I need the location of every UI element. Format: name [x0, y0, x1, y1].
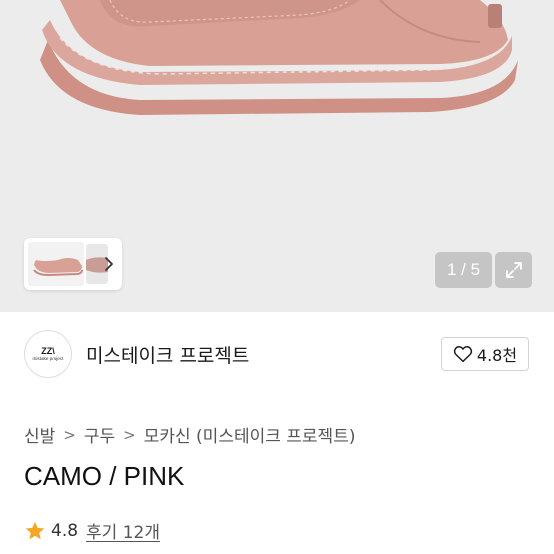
product-title: CAMO / PINK	[24, 461, 185, 491]
like-count: 4.8천	[476, 346, 518, 365]
product-rating: 4.8 후기 12개	[24, 518, 160, 543]
product-image-gallery[interactable]: 1 / 5	[0, 0, 554, 312]
reviews-link[interactable]: 후기 12개	[86, 518, 160, 543]
store-logo[interactable]: ZZ\ mistake project	[24, 330, 72, 378]
breadcrumb-item-moccasin[interactable]: 모카신 (미스테이크 프로젝트)	[144, 422, 356, 447]
breadcrumb: 신발 > 구두 > 모카신 (미스테이크 프로젝트)	[24, 422, 356, 448]
thumbnail-active[interactable]	[28, 242, 84, 286]
breadcrumb-item-dress-shoes[interactable]: 구두	[84, 422, 115, 447]
chevron-right-icon[interactable]	[102, 252, 116, 276]
image-counter: 1 / 5	[435, 252, 492, 288]
rating-score: 4.8	[51, 520, 79, 541]
store-logo-mark: ZZ\	[41, 345, 55, 356]
heart-outline-icon	[453, 346, 473, 363]
store-name[interactable]: 미스테이크 프로젝트	[86, 341, 249, 368]
star-icon	[25, 521, 45, 539]
store-logo-text: mistake project	[32, 355, 64, 361]
thumbnail-shoe-image	[33, 258, 83, 277]
thumbnail-strip[interactable]	[24, 238, 122, 290]
expand-diagonal-icon	[505, 262, 522, 278]
breadcrumb-item-shoes[interactable]: 신발	[24, 422, 55, 447]
like-button[interactable]: 4.8천	[441, 337, 529, 371]
expand-button[interactable]	[495, 252, 532, 288]
chevron-right-icon: >	[63, 425, 76, 444]
chevron-right-icon: >	[123, 425, 136, 444]
